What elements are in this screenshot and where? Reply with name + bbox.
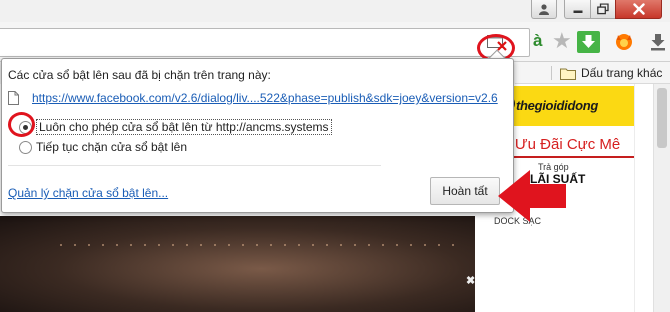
bubble-divider — [8, 165, 381, 166]
page-icon — [8, 91, 19, 105]
keep-blocking-radio[interactable] — [19, 140, 32, 154]
blocked-popup-row: https://www.facebook.com/v2.6/dialog/liv… — [8, 91, 498, 105]
folder-icon — [560, 68, 576, 80]
browser-toolbar: à ★ — [0, 22, 670, 62]
allow-popups-option[interactable]: Luôn cho phép cửa sổ bật lên từ http://a… — [19, 119, 332, 135]
video-player[interactable] — [0, 216, 475, 312]
ad-side-strip — [634, 84, 653, 312]
extension-a-icon[interactable]: à — [533, 31, 547, 51]
annotation-arrow-icon — [498, 170, 566, 222]
ad-divider — [494, 156, 634, 158]
bookmark-star-icon[interactable]: ★ — [552, 30, 572, 52]
minimize-button[interactable] — [564, 0, 591, 19]
popup-blocked-bubble: Các cửa sổ bật lên sau đã bị chặn trên t… — [1, 58, 514, 213]
blocked-popup-link[interactable]: https://www.facebook.com/v2.6/dialog/liv… — [32, 91, 498, 105]
user-icon — [539, 4, 549, 15]
maximize-button[interactable] — [590, 0, 616, 19]
other-bookmarks-folder[interactable]: Dấu trang khác — [560, 64, 662, 82]
user-button[interactable] — [531, 0, 557, 19]
fox-extension-icon[interactable] — [614, 31, 634, 54]
video-light-strip — [60, 244, 460, 246]
ad-header: thegioididong — [494, 86, 634, 126]
page-scrollbar[interactable] — [653, 84, 670, 312]
allow-popups-label[interactable]: Luôn cho phép cửa sổ bật lên từ http://a… — [36, 119, 332, 135]
minimize-icon — [573, 10, 582, 13]
bubble-title: Các cửa sổ bật lên sau đã bị chặn trên t… — [8, 68, 271, 82]
close-icon — [632, 3, 645, 15]
ad-logo-text: thegioididong — [516, 98, 599, 113]
close-overlay-icon[interactable]: ✖ — [466, 274, 475, 287]
title-bar — [0, 0, 670, 22]
manage-popup-blocking-link[interactable]: Quản lý chặn cửa sổ bật lên... — [8, 186, 168, 200]
download-green-icon[interactable] — [577, 31, 600, 53]
keep-blocking-label[interactable]: Tiếp tục chặn cửa sổ bật lên — [36, 140, 187, 154]
annotation-circle-allow-option — [8, 112, 35, 137]
scrollbar-thumb[interactable] — [657, 88, 667, 148]
address-bar[interactable] — [0, 28, 530, 57]
maximize-icon — [597, 3, 609, 15]
bookmarks-separator — [551, 66, 552, 80]
bookmark-folder-label: Dấu trang khác — [581, 66, 663, 80]
keep-blocking-option[interactable]: Tiếp tục chặn cửa sổ bật lên — [19, 140, 187, 154]
bookmarks-bar: Dấu trang khác — [515, 62, 670, 84]
close-window-button[interactable] — [615, 0, 662, 19]
done-button[interactable]: Hoàn tất — [430, 177, 500, 205]
download-icon[interactable] — [650, 33, 666, 54]
